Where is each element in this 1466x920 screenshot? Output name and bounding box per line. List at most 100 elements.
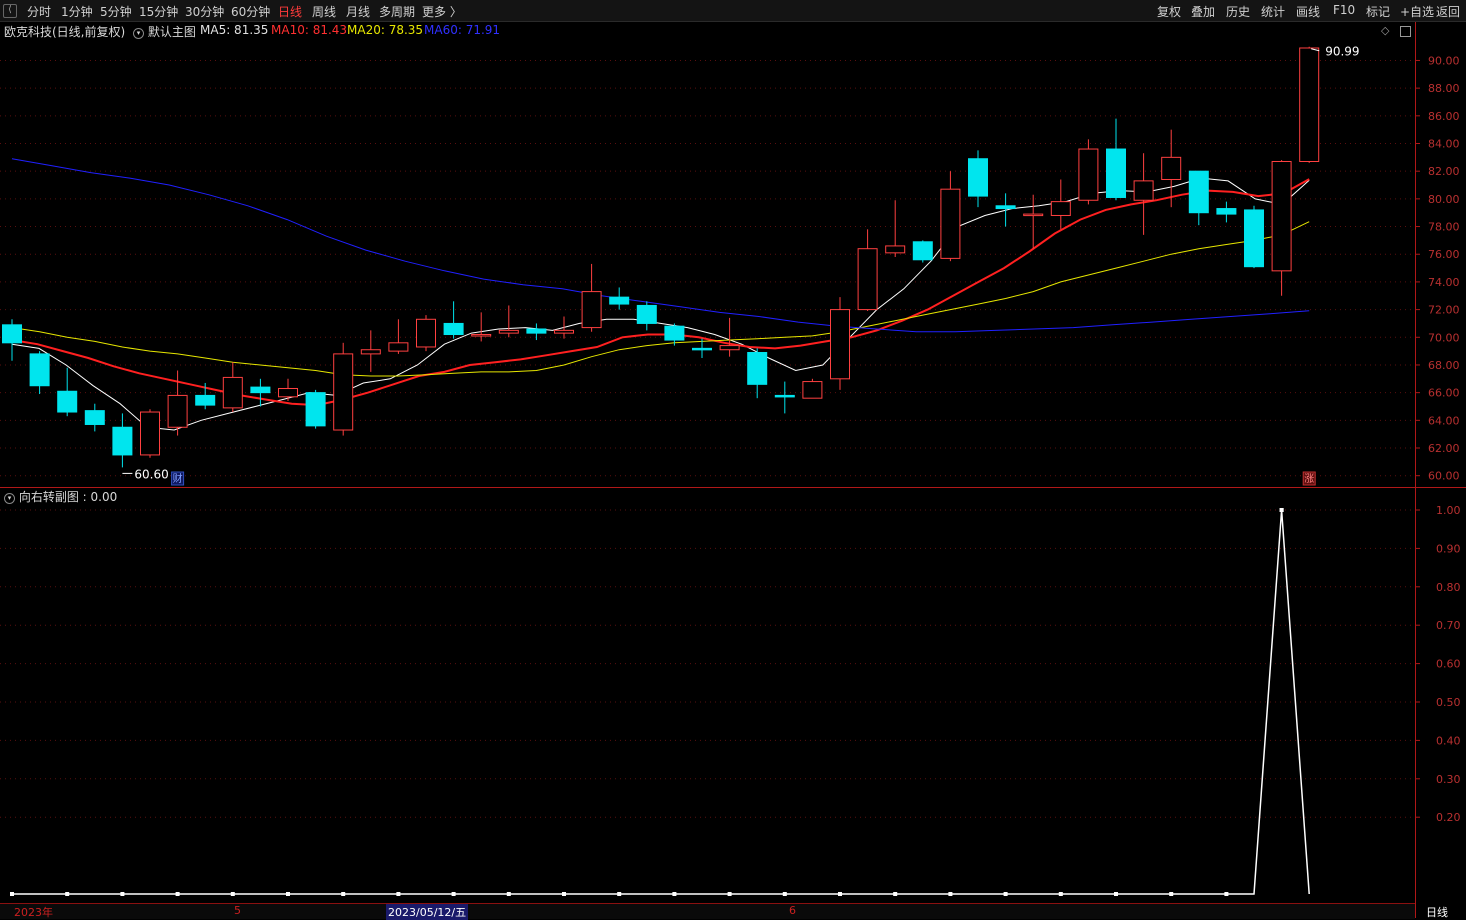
y-tick-label: 82.00: [1428, 165, 1460, 178]
candle: [29, 351, 50, 395]
candle: [1244, 205, 1264, 269]
cai-marker: 财: [173, 472, 183, 485]
y-tick-label: 76.00: [1428, 248, 1460, 261]
candle-body: [443, 322, 464, 336]
indicator-point: [782, 892, 787, 896]
candle: [84, 403, 105, 432]
zhang-marker: 涨: [1304, 473, 1314, 485]
candle: [222, 362, 243, 413]
indicator-point: [672, 892, 677, 896]
candle-body: [1216, 208, 1237, 215]
candle: [1106, 118, 1126, 201]
candle: [1133, 153, 1154, 235]
indicator-point: [948, 892, 953, 896]
candle-body: [1188, 170, 1209, 214]
candle: [1078, 139, 1099, 205]
indicator-point: [1003, 892, 1008, 896]
candle: [995, 193, 1016, 227]
candle-body: [112, 426, 133, 456]
y-tick-label: 74.00: [1428, 276, 1460, 289]
y-tick-label: 62.00: [1428, 442, 1460, 455]
candle: [774, 381, 795, 414]
candle: [636, 301, 657, 331]
candle: [581, 263, 602, 332]
y-tick-label: 0.40: [1436, 734, 1461, 747]
indicator-point: [838, 892, 842, 896]
candle-body: [195, 394, 216, 406]
candle-body: [1271, 160, 1292, 272]
y-tick-label: 72.00: [1428, 304, 1460, 317]
candle: [140, 409, 160, 458]
candle-body: [167, 394, 188, 428]
candle: [1271, 160, 1292, 296]
indicator-point: [617, 892, 622, 896]
candle-body: [830, 309, 850, 380]
candle-body: [1050, 201, 1071, 216]
indicator-point: [230, 892, 235, 896]
indicator-point: [341, 892, 346, 896]
candle: [554, 316, 574, 339]
candle: [609, 287, 630, 310]
candle: [498, 305, 519, 338]
y-tick-label: 0.20: [1436, 811, 1461, 824]
low-label: 60.60: [134, 467, 168, 481]
candle: [1299, 46, 1320, 163]
y-tick-label: 68.00: [1428, 359, 1460, 372]
candle: [333, 342, 354, 436]
indicator-point: [506, 892, 511, 896]
candle: [416, 315, 436, 352]
candle-body: [774, 394, 795, 398]
y-tick-label: 70.00: [1428, 331, 1460, 344]
candle: [857, 229, 878, 311]
candle-body: [664, 325, 685, 341]
candle: [388, 319, 409, 354]
indicator-point: [120, 892, 125, 896]
y-tick-label: 0.80: [1436, 581, 1461, 594]
indicator-peak: [1279, 508, 1284, 512]
candle-body: [1161, 156, 1182, 180]
y-tick-label: 0.60: [1436, 658, 1461, 671]
indicator-point: [65, 892, 70, 896]
candle: [912, 240, 933, 263]
candle: [940, 171, 961, 262]
indicator-point: [1114, 892, 1118, 896]
candle: [1050, 179, 1071, 230]
candle-body: [526, 328, 547, 334]
indicator-point: [562, 892, 566, 896]
candle-body: [250, 386, 271, 394]
candle-body: [140, 411, 160, 456]
y-tick-label: 60.00: [1428, 470, 1460, 483]
candle-body: [278, 387, 298, 398]
y-tick-label: 84.00: [1428, 138, 1460, 151]
candle-body: [802, 381, 823, 399]
indicator-point: [1169, 892, 1174, 896]
indicator-point: [175, 892, 180, 896]
indicator-point: [893, 892, 898, 896]
candle-body: [305, 392, 326, 427]
candle-body: [57, 390, 78, 413]
candle-body: [747, 352, 768, 385]
date-axis: [0, 903, 1415, 919]
indicator-point: [286, 892, 290, 896]
candle: [112, 413, 133, 468]
candle-body: [554, 329, 574, 334]
candle: [747, 348, 768, 399]
candle-body: [636, 304, 657, 324]
y-tick-label: 0.30: [1436, 773, 1461, 786]
y-tick-label: 78.00: [1428, 221, 1460, 234]
kline-chart[interactable]: 90.00 88.00 86.00 84.00 82.00 80.00 78.00 76.00…: [0, 0, 1466, 918]
candle: [1188, 170, 1209, 226]
y-tick-label: 66.00: [1428, 387, 1460, 400]
candle: [1216, 201, 1237, 223]
candle-body: [912, 241, 933, 261]
candle: [1023, 194, 1044, 249]
candle: [2, 319, 22, 361]
candle: [57, 367, 78, 417]
candle-body: [333, 353, 354, 431]
candle: [471, 312, 492, 342]
candle-body: [1106, 148, 1126, 198]
candle-body: [692, 347, 712, 351]
candle: [305, 389, 326, 429]
y-tick-label: 1.00: [1436, 504, 1461, 517]
candle: [443, 301, 464, 339]
